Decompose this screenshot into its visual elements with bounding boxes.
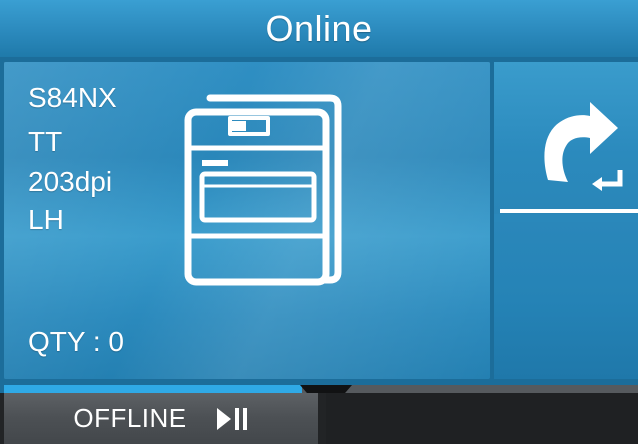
return-button[interactable] — [494, 62, 638, 214]
resolution: 203dpi — [28, 166, 113, 197]
printer-screen: Online S84NX TT 203dpi LH QTY : 0 OFFLIN… — [0, 0, 638, 444]
print-method: TT — [28, 126, 63, 157]
right-column — [494, 62, 638, 379]
printer-model: S84NX — [28, 82, 117, 113]
right-empty-tile — [494, 222, 638, 379]
quantity-counter: QTY : 0 — [28, 326, 124, 357]
printer-icon — [184, 94, 342, 286]
head-side: LH — [28, 204, 64, 235]
softkey-bar: OFFLINE — [0, 393, 638, 444]
return-underline — [500, 209, 638, 213]
play-pause-icon — [216, 407, 247, 430]
offline-label: OFFLINE — [73, 403, 187, 433]
page-title: Online — [265, 7, 373, 49]
return-arrow-icon — [544, 102, 623, 191]
printer-status-panel: S84NX TT 203dpi LH QTY : 0 — [4, 62, 490, 379]
offline-button[interactable]: OFFLINE — [4, 393, 318, 444]
softkey-right-empty — [326, 393, 638, 444]
title-bar: Online — [0, 0, 638, 57]
progress-fill — [4, 385, 302, 393]
